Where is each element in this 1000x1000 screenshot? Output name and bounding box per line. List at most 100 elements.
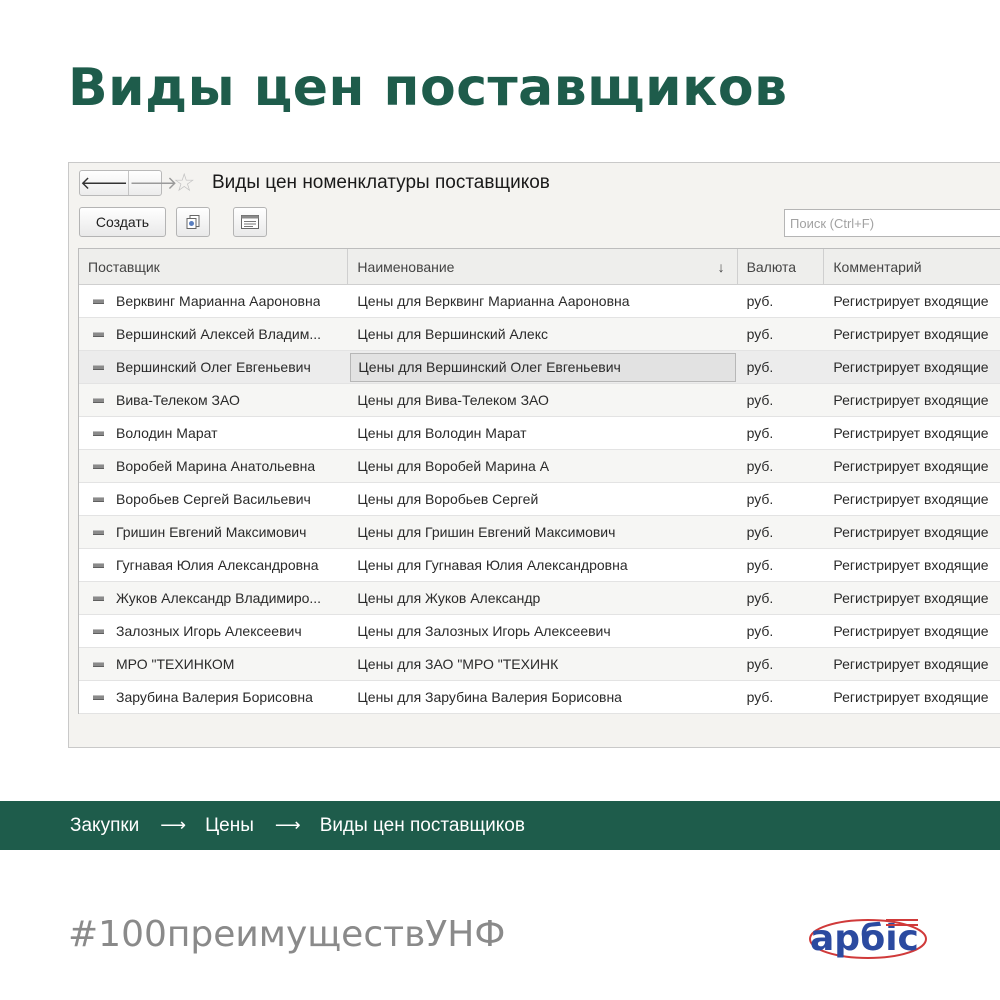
table-header: Поставщик Наименование ↓ Валюта Коммента… (79, 249, 1000, 285)
cell-name: Цены для Вершинский Алекс (357, 326, 548, 342)
arrow-right-icon[interactable]: 🡒 (128, 171, 178, 195)
list-settings-icon (241, 215, 259, 229)
cell-supplier: Вива-Телеком ЗАО (116, 392, 240, 408)
cell-comment: Регистрирует входящие (833, 326, 989, 342)
cell-comment: Регистрирует входящие (833, 656, 989, 672)
cell-supplier: Гришин Евгений Максимович (116, 524, 307, 540)
cell-currency: руб. (746, 590, 774, 606)
table-body: Верквинг Марианна Аароновна Цены для Вер… (79, 285, 1000, 714)
table-row[interactable]: Вершинский Алексей Владим... Цены для Ве… (79, 318, 1000, 351)
table-row[interactable]: Гугнавая Юлия Александровна Цены для Гуг… (79, 549, 1000, 582)
cell-name: Цены для Вершинский Олег Евгеньевич (350, 352, 737, 382)
form-title: Виды цен номенклатуры поставщиков (212, 172, 550, 193)
cell-supplier: Воробьев Сергей Васильевич (116, 491, 311, 507)
cell-comment: Регистрирует входящие (833, 557, 989, 573)
catalog-item-icon (93, 562, 104, 568)
cell-supplier: Гугнавая Юлия Александровна (116, 557, 319, 573)
create-button[interactable]: Создать (79, 207, 166, 237)
breadcrumb: Закупки ⟶ Цены ⟶ Виды цен поставщиков (0, 801, 1000, 850)
catalog-item-icon (93, 529, 104, 535)
cell-currency: руб. (746, 656, 774, 672)
cell-supplier: Володин Марат (116, 425, 218, 441)
breadcrumb-item-supplier-price-types: Виды цен поставщиков (319, 814, 525, 836)
table-row[interactable]: Вершинский Олег Евгеньевич Цены для Верш… (79, 351, 1000, 384)
cell-name: Цены для Воробьев Сергей (357, 491, 539, 507)
cell-currency: руб. (746, 425, 774, 441)
cell-supplier: Вершинский Алексей Владим... (116, 326, 321, 342)
column-header-currency[interactable]: Валюта (738, 249, 825, 284)
cell-comment: Регистрирует входящие (833, 590, 989, 606)
catalog-item-icon (93, 496, 104, 502)
catalog-item-icon (93, 595, 104, 601)
cell-currency: руб. (746, 623, 774, 639)
breadcrumb-arrow-icon: ⟶ (160, 815, 187, 835)
cell-comment: Регистрирует входящие (833, 458, 989, 474)
navigation-buttons: 🡐 🡒 (79, 170, 178, 196)
column-header-comment[interactable]: Комментарий (824, 249, 1000, 284)
cell-name: Цены для Верквинг Марианна Аароновна (357, 293, 630, 309)
catalog-item-icon (93, 463, 104, 469)
cell-currency: руб. (746, 359, 774, 375)
table-row[interactable]: Залозных Игорь Алексеевич Цены для Залоз… (79, 615, 1000, 648)
cell-name: Цены для ЗАО "МРО "ТЕХИНК (357, 656, 559, 672)
cell-supplier: Зарубина Валерия Борисовна (116, 689, 313, 705)
catalog-item-icon (93, 298, 104, 304)
table-row[interactable]: Верквинг Марианна Аароновна Цены для Вер… (79, 285, 1000, 318)
arrow-left-icon[interactable]: 🡐 (80, 171, 128, 195)
cell-currency: руб. (746, 557, 774, 573)
table-row[interactable]: Вива-Телеком ЗАО Цены для Вива-Телеком З… (79, 384, 1000, 417)
table-row[interactable]: Жуков Александр Владимиро... Цены для Жу… (79, 582, 1000, 615)
app-window: 🡐 🡒 ☆ Виды цен номенклатуры поставщиков … (68, 162, 1000, 748)
column-header-name[interactable]: Наименование ↓ (348, 249, 738, 284)
catalog-item-icon (93, 430, 104, 436)
list-settings-button[interactable] (233, 207, 267, 237)
copy-icon (186, 215, 200, 229)
cell-name: Цены для Жуков Александр (357, 590, 541, 606)
table-row[interactable]: Воробей Марина Анатольевна Цены для Воро… (79, 450, 1000, 483)
cell-currency: руб. (746, 392, 774, 408)
cell-name: Цены для Зарубина Валерия Борисовна (357, 689, 622, 705)
cell-currency: руб. (746, 458, 774, 474)
table-row[interactable]: Зарубина Валерия Борисовна Цены для Зару… (79, 681, 1000, 714)
arrow-down-icon: ↓ (717, 258, 725, 275)
arbis-logo-icon: арбіс (809, 918, 927, 959)
breadcrumb-item-purchases[interactable]: Закупки (70, 815, 139, 837)
table-row[interactable]: МРО "ТЕХИНКОМ Цены для ЗАО "МРО "ТЕХИНК … (79, 648, 1000, 681)
cell-name: Цены для Гришин Евгений Максимович (357, 524, 616, 540)
star-icon[interactable]: ☆ (173, 170, 195, 196)
breadcrumb-arrow-icon: ⟶ (274, 815, 301, 835)
cell-comment: Регистрирует входящие (833, 293, 989, 309)
copy-button[interactable] (176, 207, 210, 237)
cell-comment: Регистрирует входящие (833, 689, 989, 705)
cell-comment: Регистрирует входящие (833, 623, 989, 639)
cell-currency: руб. (746, 326, 774, 342)
catalog-item-icon (93, 364, 104, 370)
catalog-item-icon (93, 331, 104, 337)
column-header-supplier[interactable]: Поставщик (79, 249, 349, 284)
cell-supplier: МРО "ТЕХИНКОМ (116, 656, 235, 672)
cell-comment: Регистрирует входящие (833, 524, 989, 540)
table-row[interactable]: Гришин Евгений Максимович Цены для Гриши… (79, 516, 1000, 549)
cell-comment: Регистрирует входящие (833, 491, 989, 507)
cell-name: Цены для Вива-Телеком ЗАО (357, 392, 549, 408)
cell-name: Цены для Володин Марат (357, 425, 527, 441)
catalog-item-icon (93, 694, 104, 700)
cell-name: Цены для Гугнавая Юлия Александровна (357, 557, 628, 573)
table-row[interactable]: Володин Марат Цены для Володин Марат руб… (79, 417, 1000, 450)
cell-currency: руб. (746, 491, 774, 507)
cell-comment: Регистрирует входящие (833, 425, 989, 441)
catalog-item-icon (93, 661, 104, 667)
breadcrumb-item-prices[interactable]: Цены (205, 815, 254, 837)
table-row[interactable]: Воробьев Сергей Васильевич Цены для Воро… (79, 483, 1000, 516)
hashtag: #100преимуществУНФ (68, 914, 506, 955)
catalog-item-icon (93, 397, 104, 403)
catalog-item-icon (93, 628, 104, 634)
price-types-table: Поставщик Наименование ↓ Валюта Коммента… (78, 248, 1000, 714)
cell-name: Цены для Воробей Марина А (357, 458, 550, 474)
cell-currency: руб. (746, 293, 774, 309)
cell-currency: руб. (746, 689, 774, 705)
search-input[interactable] (784, 209, 1000, 237)
cell-comment: Регистрирует входящие (833, 359, 989, 375)
cell-name: Цены для Залозных Игорь Алексеевич (357, 623, 611, 639)
cell-supplier: Воробей Марина Анатольевна (116, 458, 316, 474)
